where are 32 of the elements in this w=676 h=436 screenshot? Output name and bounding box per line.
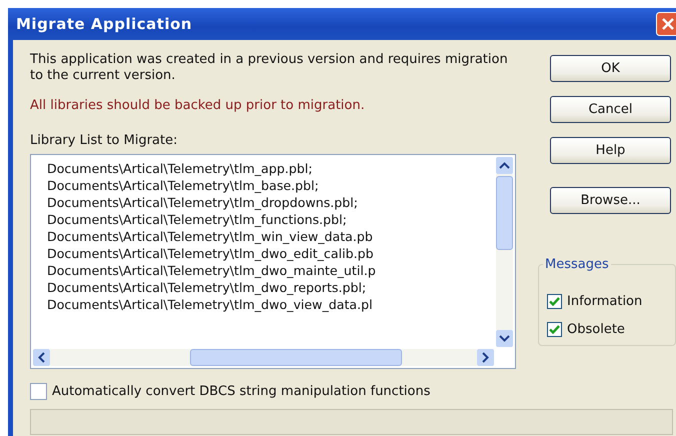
cancel-button[interactable]: Cancel — [550, 96, 671, 123]
group-title: Messages — [543, 257, 611, 272]
info-message: This application was created in a previous version and requires migration to the current version. — [30, 52, 509, 84]
checkbox-label: Automatically convert DBCS string manipulation functions — [52, 384, 430, 398]
close-icon[interactable] — [656, 12, 676, 36]
list-item[interactable]: Documents\Artical\Telemetry\tlm_dropdowns.pbl; — [47, 194, 497, 211]
checkbox[interactable] — [30, 382, 47, 400]
browse-button[interactable]: Browse... — [550, 187, 671, 214]
list-item[interactable]: Documents\Artical\Telemetry\tlm_dwo_view_data.pl — [47, 296, 497, 313]
help-button[interactable]: Help — [550, 137, 671, 164]
scroll-up-icon[interactable] — [496, 157, 513, 174]
list-item[interactable]: Documents\Artical\Telemetry\tlm_functions.pbl; — [47, 211, 497, 228]
scroll-thumb[interactable] — [496, 176, 513, 250]
checkbox-label: Obsolete — [567, 322, 625, 336]
scroll-left-icon[interactable] — [33, 349, 50, 366]
list-item[interactable]: Documents\Artical\Telemetry\tlm_dwo_edit_calib.pb — [47, 245, 497, 262]
window-title: Migrate Application — [16, 15, 192, 33]
list-item[interactable]: Documents\Artical\Telemetry\tlm_win_view_data.pb — [47, 228, 497, 245]
warning-message: All libraries should be backed up prior to migration. — [30, 98, 366, 113]
scroll-right-icon[interactable] — [477, 349, 494, 366]
checkbox-label: Information — [567, 294, 642, 308]
list-item[interactable]: Documents\Artical\Telemetry\tlm_dwo_mainte_util.p — [47, 262, 497, 279]
ok-button[interactable]: OK — [550, 55, 671, 82]
list-label: Library List to Migrate: — [30, 133, 178, 148]
list-item[interactable]: Documents\Artical\Telemetry\tlm_app.pbl; — [47, 160, 497, 177]
checkbox[interactable] — [547, 294, 562, 308]
library-listbox[interactable] — [30, 154, 516, 369]
scroll-thumb[interactable] — [190, 349, 402, 366]
scroll-down-icon[interactable] — [496, 330, 513, 347]
list-item[interactable]: Documents\Artical\Telemetry\tlm_base.pbl; — [47, 177, 497, 194]
checkbox[interactable] — [547, 322, 562, 336]
list-item[interactable]: Documents\Artical\Telemetry\tlm_dwo_reports.pbl; — [47, 279, 497, 296]
